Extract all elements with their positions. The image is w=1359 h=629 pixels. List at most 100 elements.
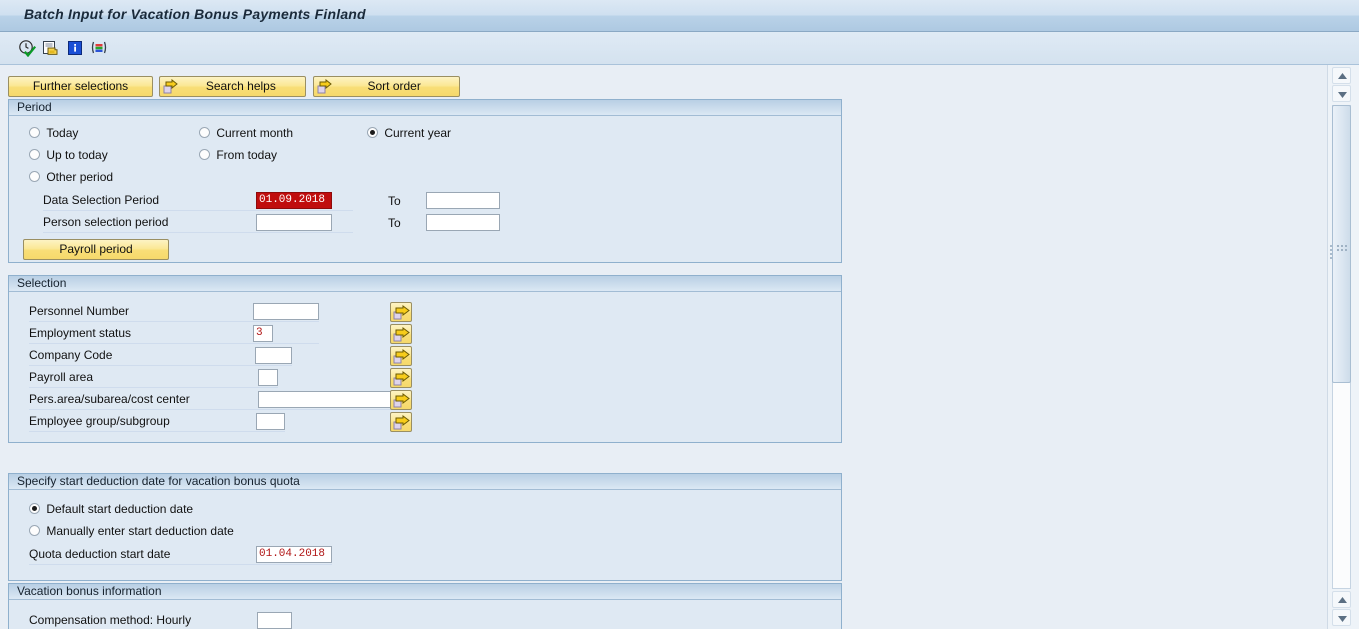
radio-indicator	[29, 525, 40, 536]
window-title-bar: Batch Input for Vacation Bonus Payments …	[0, 0, 1359, 32]
arrow-right-icon	[393, 327, 410, 342]
scroll-down-button[interactable]	[1332, 85, 1351, 102]
toolbar-button-row: Further selections Search helps Sort ord…	[8, 76, 463, 97]
info-icon[interactable]	[66, 39, 84, 57]
scroll-up-button-bottom[interactable]	[1332, 591, 1351, 608]
pers-area-input[interactable]	[258, 391, 393, 408]
radio-from-today[interactable]: From today	[199, 148, 277, 164]
search-helps-button[interactable]: Search helps	[159, 76, 307, 97]
data-selection-period-row: Data Selection Period 01.09.2018	[43, 192, 353, 211]
quota-deduction-start-date-input[interactable]: 01.04.2018	[256, 546, 332, 563]
payroll-period-button[interactable]: Payroll period	[23, 239, 169, 260]
scroll-down-icon	[1338, 616, 1347, 622]
radio-indicator	[367, 127, 378, 138]
employee-group-row: Employee group/subgroup	[29, 413, 285, 432]
scroll-down-icon	[1338, 92, 1347, 98]
company-code-multi-select-button[interactable]	[390, 346, 412, 366]
radio-indicator	[29, 149, 40, 160]
radio-default-start-deduction-date[interactable]: Default start deduction date	[29, 502, 193, 518]
copy-icon[interactable]	[42, 39, 60, 57]
compensation-method-input[interactable]	[257, 612, 292, 629]
person-selection-to-label: To	[388, 216, 401, 230]
radio-indicator	[199, 149, 210, 160]
employee-group-input[interactable]	[256, 413, 285, 430]
radio-label: Other period	[46, 170, 114, 184]
employee-group-multi-select-button[interactable]	[390, 412, 412, 432]
selection-screen-content: Further selections Search helps Sort ord…	[0, 65, 1327, 629]
payroll-period-label: Payroll period	[59, 242, 133, 256]
scrollbar-grip-icon	[1337, 241, 1348, 255]
vertical-scrollbar[interactable]	[1327, 65, 1359, 629]
compensation-method-row: Compensation method: Hourly	[29, 612, 292, 629]
vacation-bonus-panel-header: Vacation bonus information	[9, 584, 841, 600]
radio-indicator	[29, 171, 40, 182]
period-panel-header: Period	[9, 100, 841, 116]
scroll-up-button[interactable]	[1332, 67, 1351, 84]
payroll-area-row: Payroll area	[29, 369, 278, 388]
selection-panel: Selection Personnel Number Employment st…	[8, 275, 842, 443]
sort-order-label: Sort order	[367, 79, 421, 93]
data-selection-period-input[interactable]: 01.09.2018	[256, 192, 332, 209]
arrow-right-icon	[393, 371, 410, 386]
payroll-area-label: Payroll area	[29, 369, 278, 388]
deduction-date-panel: Specify start deduction date for vacatio…	[8, 473, 842, 581]
vacation-bonus-information-panel: Vacation bonus information Compensation …	[8, 583, 842, 629]
sort-order-button[interactable]: Sort order	[312, 76, 460, 97]
employment-status-input[interactable]: 3	[253, 325, 273, 342]
radio-label: Today	[46, 126, 79, 140]
company-code-label: Company Code	[29, 347, 292, 366]
radio-label: Default start deduction date	[46, 502, 194, 516]
arrow-right-icon	[393, 415, 410, 430]
search-helps-label: Search helps	[205, 79, 276, 93]
scroll-down-button-bottom[interactable]	[1332, 609, 1351, 626]
further-selections-button[interactable]: Further selections	[8, 76, 153, 97]
radio-label: Current month	[216, 126, 294, 140]
sap-application-window: Batch Input for Vacation Bonus Payments …	[0, 0, 1359, 629]
radio-up-to-today[interactable]: Up to today	[29, 148, 108, 164]
arrow-right-icon	[393, 393, 410, 408]
application-toolbar: © www.tutorialkart.com	[0, 32, 1359, 95]
radio-today[interactable]: Today	[29, 126, 78, 142]
person-selection-period-to-input[interactable]	[426, 214, 500, 231]
arrow-right-icon	[393, 349, 410, 364]
quota-deduction-start-date-row: Quota deduction start date 01.04.2018	[29, 546, 332, 565]
personnel-number-row: Personnel Number	[29, 303, 319, 322]
radio-label: Current year	[384, 126, 452, 140]
employment-status-multi-select-button[interactable]	[390, 324, 412, 344]
payroll-area-multi-select-button[interactable]	[390, 368, 412, 388]
page-title: Batch Input for Vacation Bonus Payments …	[24, 6, 366, 22]
radio-other-period[interactable]: Other period	[29, 170, 113, 186]
deduction-date-panel-header: Specify start deduction date for vacatio…	[9, 474, 841, 490]
company-code-row: Company Code	[29, 347, 292, 366]
radio-indicator	[29, 127, 40, 138]
employment-status-label: Employment status	[29, 325, 319, 344]
execute-icon[interactable]	[18, 39, 36, 57]
person-selection-period-input[interactable]	[256, 214, 332, 231]
personnel-number-multi-select-button[interactable]	[390, 302, 412, 322]
further-selections-label: Further selections	[32, 79, 129, 93]
scroll-up-icon	[1338, 597, 1347, 603]
variant-icon[interactable]	[90, 39, 108, 57]
company-code-input[interactable]	[255, 347, 292, 364]
data-selection-period-to-input[interactable]	[426, 192, 500, 209]
selection-panel-header: Selection	[9, 276, 841, 292]
arrow-right-icon	[317, 78, 333, 95]
radio-manual-start-deduction-date[interactable]: Manually enter start deduction date	[29, 524, 234, 540]
arrow-right-icon	[393, 305, 410, 320]
radio-current-month[interactable]: Current month	[199, 126, 293, 142]
scroll-up-icon	[1338, 73, 1347, 79]
data-selection-to-label: To	[388, 194, 401, 208]
radio-indicator	[199, 127, 210, 138]
employee-group-label: Employee group/subgroup	[29, 413, 285, 432]
pers-area-multi-select-button[interactable]	[390, 390, 412, 410]
payroll-area-input[interactable]	[258, 369, 278, 386]
pers-area-row: Pers.area/subarea/cost center	[29, 391, 393, 410]
scrollbar-thumb[interactable]	[1332, 105, 1351, 383]
radio-label: From today	[216, 148, 278, 162]
radio-current-year[interactable]: Current year	[367, 126, 451, 142]
splitter-grip-icon[interactable]	[1330, 245, 1335, 262]
employment-status-row: Employment status 3	[29, 325, 319, 344]
arrow-right-icon	[163, 78, 179, 95]
person-selection-period-row: Person selection period	[43, 214, 353, 233]
personnel-number-input[interactable]	[253, 303, 319, 320]
